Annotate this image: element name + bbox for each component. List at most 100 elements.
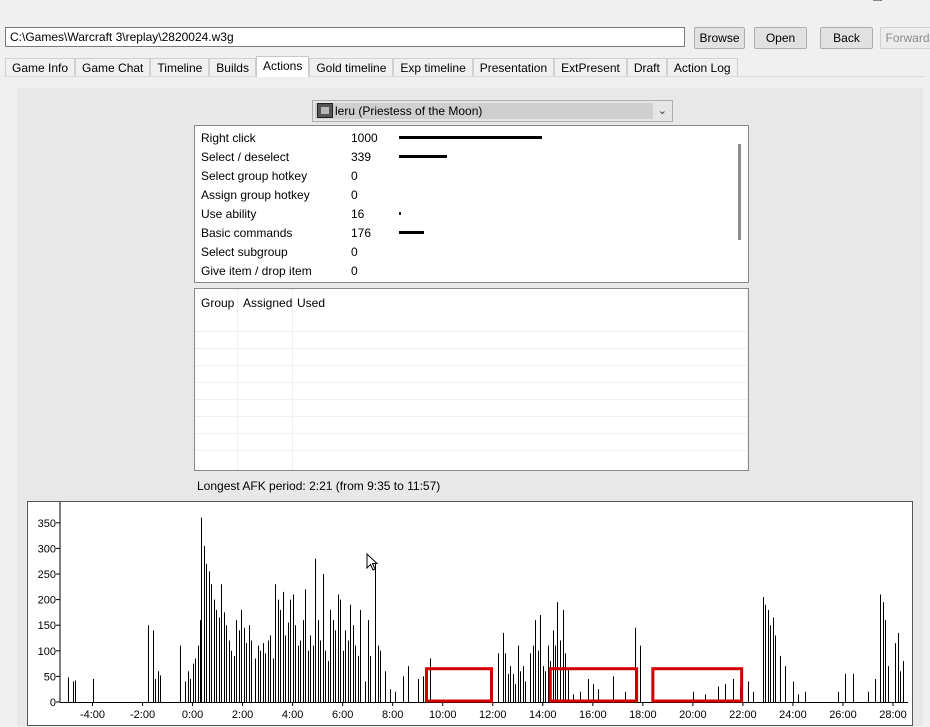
tab-timeline[interactable]: Timeline bbox=[150, 58, 210, 77]
action-row[interactable]: Basic commands 176 bbox=[195, 223, 735, 242]
table-row-divider bbox=[195, 450, 748, 451]
action-row[interactable]: Right click 1000 bbox=[195, 128, 735, 147]
x-tick-label: 2:00 bbox=[232, 709, 253, 721]
action-name: Basic commands bbox=[201, 226, 293, 240]
longest-afk-text: Longest AFK period: 2:21 (from 9:35 to 1… bbox=[197, 479, 441, 493]
tab-strip: Game Info Game Chat Timeline Builds Actions G… bbox=[5, 56, 738, 77]
player-select-value: leru (Priestess of the Moon) bbox=[335, 104, 483, 118]
action-row[interactable]: Give item / drop item 0 bbox=[195, 261, 735, 280]
x-tick-label: 28:00 bbox=[879, 709, 907, 721]
y-tick-label: 150 bbox=[38, 620, 56, 632]
back-button[interactable]: Back bbox=[820, 27, 873, 49]
x-tick-label: 4:00 bbox=[282, 709, 303, 721]
action-count: 176 bbox=[351, 226, 372, 240]
column-divider bbox=[292, 289, 293, 470]
action-name: Select / deselect bbox=[201, 150, 290, 164]
replay-path-input[interactable] bbox=[5, 27, 685, 47]
afk-highlight-box bbox=[424, 667, 494, 703]
action-count: 0 bbox=[351, 264, 358, 278]
chevron-down-icon[interactable]: ⌄ bbox=[658, 104, 667, 117]
actions-scrollbar[interactable] bbox=[738, 144, 741, 240]
x-tick-label: 16:00 bbox=[579, 709, 607, 721]
table-row-divider bbox=[195, 416, 748, 417]
actions-list[interactable]: Right click 1000 Select / deselect 339 Selec… bbox=[194, 125, 749, 283]
x-tick-label: 14:00 bbox=[529, 709, 557, 721]
actions-chart: 0 50 100 150 200 250 300 350 -4:00 -2:00 0:00 2:00 4… bbox=[27, 501, 913, 726]
tab-exp-timeline[interactable]: Exp timeline bbox=[393, 58, 473, 77]
action-count: 339 bbox=[351, 150, 372, 164]
y-tick-label: 300 bbox=[38, 543, 56, 555]
action-count: 16 bbox=[351, 207, 365, 221]
y-tick-label: 200 bbox=[38, 595, 56, 607]
y-tick-label: 0 bbox=[50, 697, 56, 709]
x-tick-label: 8:00 bbox=[382, 709, 403, 721]
action-row[interactable]: Select group hotkey 0 bbox=[195, 166, 735, 185]
x-tick-label: -2:00 bbox=[130, 709, 155, 721]
column-divider bbox=[237, 289, 238, 470]
y-tick-label: 50 bbox=[44, 671, 56, 683]
x-tick-label: 26:00 bbox=[829, 709, 857, 721]
action-count-bar bbox=[399, 136, 542, 139]
action-row[interactable]: Use ability 16 bbox=[195, 204, 735, 223]
maximize-icon[interactable]: □ bbox=[874, 0, 882, 3]
minimize-icon[interactable]: — bbox=[830, 0, 844, 3]
x-tick-label: 18:00 bbox=[629, 709, 657, 721]
tab-draft[interactable]: Draft bbox=[626, 58, 667, 77]
tab-game-chat[interactable]: Game Chat bbox=[75, 58, 151, 77]
action-name: Use ability bbox=[201, 207, 257, 221]
x-tick-label: 0:00 bbox=[182, 709, 203, 721]
y-tick-label: 250 bbox=[38, 569, 56, 581]
open-button[interactable]: Open bbox=[754, 27, 807, 49]
table-row-divider bbox=[195, 331, 748, 332]
groups-table[interactable]: Group Assigned Used bbox=[194, 288, 749, 471]
tab-gold-timeline[interactable]: Gold timeline bbox=[309, 58, 394, 77]
browse-button[interactable]: Browse bbox=[694, 27, 745, 49]
action-count: 0 bbox=[351, 188, 358, 202]
action-count-bar bbox=[399, 212, 401, 215]
tab-actions[interactable]: Actions bbox=[255, 56, 310, 77]
action-row[interactable]: Select / deselect 339 bbox=[195, 147, 735, 166]
groups-table-header: Group Assigned Used bbox=[195, 289, 748, 317]
action-row[interactable]: Select subgroup 0 bbox=[195, 242, 735, 261]
x-tick-label: 6:00 bbox=[332, 709, 353, 721]
action-name: Select subgroup bbox=[201, 245, 288, 259]
x-tick-label: 24:00 bbox=[779, 709, 807, 721]
y-tick-label: 100 bbox=[38, 646, 56, 658]
action-count: 1000 bbox=[351, 131, 378, 145]
x-tick-label: -4:00 bbox=[80, 709, 105, 721]
table-row-divider bbox=[195, 348, 748, 349]
action-name: Give item / drop item bbox=[201, 264, 312, 278]
x-tick-label: 10:00 bbox=[429, 709, 457, 721]
action-name: Select group hotkey bbox=[201, 169, 308, 183]
x-tick-label: 12:00 bbox=[479, 709, 507, 721]
table-row-divider bbox=[195, 399, 748, 400]
table-row-divider bbox=[195, 365, 748, 366]
groups-col-group[interactable]: Group bbox=[201, 296, 234, 310]
tab-presentation[interactable]: Presentation bbox=[472, 58, 555, 77]
forward-button[interactable]: Forward bbox=[880, 27, 930, 49]
action-name: Assign group hotkey bbox=[201, 188, 310, 202]
close-icon[interactable]: ✕ bbox=[910, 0, 922, 3]
x-tick-label: 20:00 bbox=[679, 709, 707, 721]
groups-col-used[interactable]: Used bbox=[297, 296, 325, 310]
player-select[interactable]: leru (Priestess of the Moon) ⌄ bbox=[312, 100, 673, 122]
groups-col-assigned[interactable]: Assigned bbox=[243, 296, 292, 310]
action-name: Right click bbox=[201, 131, 256, 145]
action-count: 0 bbox=[351, 169, 358, 183]
afk-highlight-box bbox=[651, 667, 744, 703]
action-row[interactable]: Assign group hotkey 0 bbox=[195, 185, 735, 204]
tab-builds[interactable]: Builds bbox=[209, 58, 256, 77]
mouse-cursor-icon bbox=[366, 553, 379, 571]
priestess-hero-icon bbox=[317, 103, 333, 118]
y-tick-label: 350 bbox=[38, 518, 56, 530]
action-count-bar bbox=[399, 231, 424, 234]
action-count: 0 bbox=[351, 245, 358, 259]
tab-extpresent[interactable]: ExtPresent bbox=[554, 58, 627, 77]
tab-game-info[interactable]: Game Info bbox=[5, 58, 76, 77]
action-count-bar bbox=[399, 155, 447, 158]
window-controls: — □ ✕ bbox=[780, 0, 930, 6]
table-row-divider bbox=[195, 382, 748, 383]
tab-action-log[interactable]: Action Log bbox=[666, 58, 738, 77]
table-row-divider bbox=[195, 433, 748, 434]
x-tick-label: 22:00 bbox=[729, 709, 757, 721]
